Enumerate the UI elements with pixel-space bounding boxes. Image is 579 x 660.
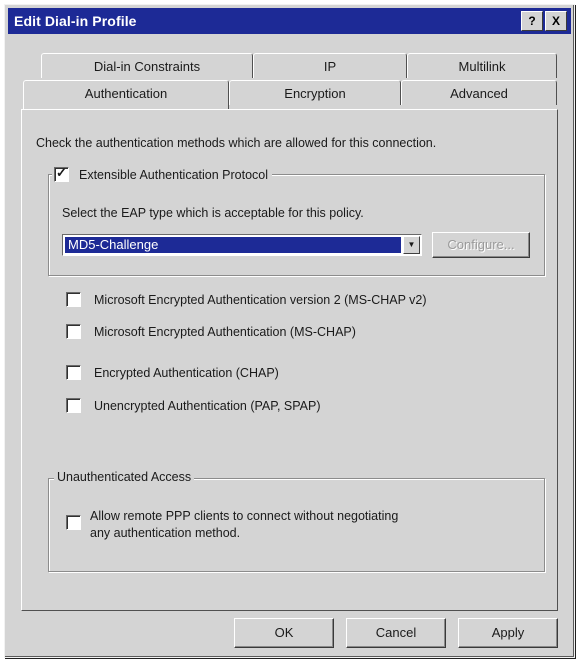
eap-checkbox[interactable]: ✓ — [54, 165, 69, 182]
tab-encryption[interactable]: Encryption — [229, 80, 401, 105]
apply-button[interactable]: Apply — [458, 618, 558, 648]
unauth-label-line2: any authentication method. — [90, 526, 241, 540]
mschap-row[interactable]: Microsoft Encrypted Authentication (MS-C… — [66, 324, 356, 339]
checkmark-icon: ✓ — [56, 165, 67, 180]
eap-select-prompt: Select the EAP type which is acceptable … — [62, 206, 364, 220]
help-button[interactable]: ? — [521, 11, 543, 31]
title-bar[interactable]: Edit Dial-in Profile ? X — [8, 8, 571, 34]
chap-label: Encrypted Authentication (CHAP) — [94, 365, 279, 380]
mschap-checkbox[interactable] — [66, 324, 81, 339]
unauth-label-line1: Allow remote PPP clients to connect with… — [90, 509, 399, 523]
mschapv2-label: Microsoft Encrypted Authentication versi… — [94, 292, 427, 307]
window-title: Edit Dial-in Profile — [14, 13, 137, 29]
pap-row[interactable]: Unencrypted Authentication (PAP, SPAP) — [66, 398, 321, 413]
dialog-window: Edit Dial-in Profile ? X Dial-in Constra… — [4, 4, 575, 658]
eap-type-dropdown[interactable]: MD5-Challenge ▼ — [62, 234, 422, 256]
tab-advanced[interactable]: Advanced — [401, 80, 557, 105]
chevron-down-icon[interactable]: ▼ — [403, 236, 420, 254]
cancel-button[interactable]: Cancel — [346, 618, 446, 648]
tab-ip[interactable]: IP — [253, 53, 407, 78]
instruction-text: Check the authentication methods which a… — [36, 136, 437, 150]
eap-type-selected: MD5-Challenge — [65, 237, 401, 253]
eap-label: Extensible Authentication Protocol — [79, 167, 269, 182]
mschapv2-row[interactable]: Microsoft Encrypted Authentication versi… — [66, 292, 427, 307]
eap-row[interactable]: ✓ Extensible Authentication Protocol — [52, 165, 273, 182]
eap-group — [48, 174, 545, 276]
tab-dial-in-constraints[interactable]: Dial-in Constraints — [41, 53, 253, 78]
mschap-label: Microsoft Encrypted Authentication (MS-C… — [94, 324, 356, 339]
close-button[interactable]: X — [545, 11, 567, 31]
chap-row[interactable]: Encrypted Authentication (CHAP) — [66, 365, 279, 380]
tab-multilink[interactable]: Multilink — [407, 53, 557, 78]
unauth-checkbox-wrap[interactable] — [66, 515, 81, 531]
unauth-label: Allow remote PPP clients to connect with… — [90, 508, 398, 542]
mschapv2-checkbox[interactable] — [66, 292, 81, 307]
pap-label: Unencrypted Authentication (PAP, SPAP) — [94, 398, 321, 413]
configure-button[interactable]: Configure... — [432, 232, 530, 258]
unauth-checkbox[interactable] — [66, 515, 81, 531]
authentication-panel: Check the authentication methods which a… — [21, 109, 558, 611]
pap-checkbox[interactable] — [66, 398, 81, 413]
chap-checkbox[interactable] — [66, 365, 81, 380]
ok-button[interactable]: OK — [234, 618, 334, 648]
tab-authentication[interactable]: Authentication — [23, 80, 229, 109]
unauthenticated-access-legend: Unauthenticated Access — [54, 470, 195, 484]
